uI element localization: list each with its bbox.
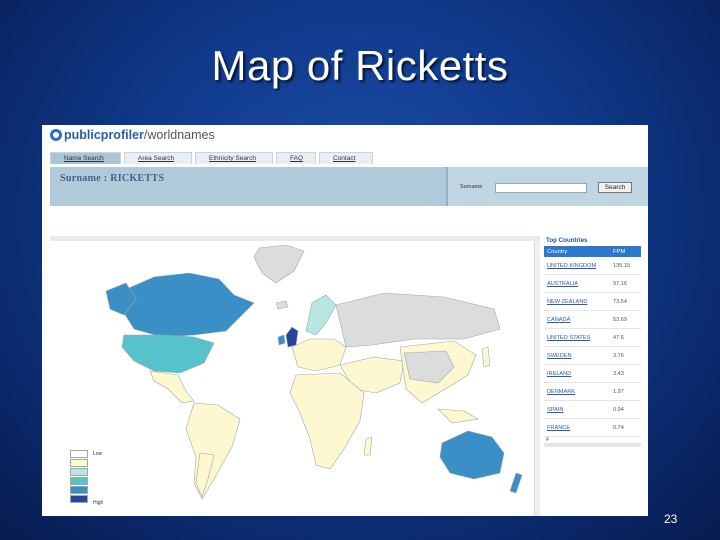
table-row: SWEDEN 3.76 [544,347,641,365]
table-row: AUSTRALIA 97.16 [544,275,641,293]
map-canada[interactable] [121,272,255,338]
map-japan[interactable] [481,346,491,368]
panel-footnote: # [544,437,641,447]
map-toolbar [50,236,540,241]
surname-input[interactable] [495,183,587,193]
world-map[interactable] [54,243,534,513]
page-number: 23 [664,512,678,526]
country-link[interactable]: CANADA [544,317,613,323]
map-scandinavia[interactable] [305,294,337,336]
table-row: FRANCE 0.74 [544,419,641,437]
logo-main-text: publicprofiler [64,128,144,142]
fpm-column-header: FPM [613,248,626,255]
legend-swatch [70,486,88,494]
map-united-states[interactable] [121,334,215,374]
legend-high-label: High [93,500,104,506]
tab-contact[interactable]: Contact [319,152,373,164]
fpm-value: 0.74 [613,424,624,431]
map-europe[interactable] [291,338,347,372]
legend-swatch [70,495,88,503]
fpm-value: 97.16 [613,280,627,287]
logo-mark-icon [50,129,62,141]
map-greenland[interactable] [253,244,305,284]
map-new-zealand[interactable] [509,472,523,494]
map-united-kingdom[interactable] [285,326,299,348]
search-area: Surname Search [446,167,648,206]
tab-area-search[interactable]: Area Search [124,152,192,164]
site-logo[interactable]: publicprofiler /worldnames [50,127,215,143]
country-link[interactable]: SWEDEN [544,353,613,359]
top-countries-panel: Top Countries Country FPM UNITED KINGDOM… [544,235,641,447]
tab-name-search[interactable]: Name Search [50,152,121,164]
tab-faq[interactable]: FAQ [276,152,316,164]
fpm-value: 73.54 [613,298,627,305]
country-link[interactable]: UNITED STATES [544,335,613,341]
fpm-value: 53.69 [613,316,627,323]
surname-label: Surname [460,184,483,190]
header-band: Surname : RICKETTS Surname Search [50,167,648,206]
table-row: NEW ZEALAND 73.54 [544,293,641,311]
map-ireland[interactable] [277,334,286,346]
slide-title: Map of Ricketts [211,42,509,89]
table-row: SPAIN 0.94 [544,401,641,419]
table-row: CANADA 53.69 [544,311,641,329]
map-southeast-asia[interactable] [437,408,479,424]
country-link[interactable]: FRANCE [544,425,613,431]
screenshot-window: publicprofiler /worldnames Name Search A… [42,125,648,516]
map-australia[interactable] [439,430,505,480]
table-row: DENMARK 1.97 [544,383,641,401]
map-legend: Low High [70,450,110,510]
country-column-header: Country [547,248,568,255]
country-link[interactable]: IRELAND [544,371,613,377]
legend-swatch [70,459,88,467]
table-row: UNITED KINGDOM 135.15 [544,257,641,275]
table-row: IRELAND 3.43 [544,365,641,383]
legend-swatch [70,468,88,476]
country-link[interactable]: SPAIN [544,407,613,413]
fpm-value: 3.76 [613,352,624,359]
logo-sub-text: /worldnames [143,128,215,142]
country-link[interactable]: NEW ZEALAND [544,299,613,305]
top-countries-title: Top Countries [546,237,588,244]
tab-ethnicity-search[interactable]: Ethnicity Search [195,152,273,164]
map-iceland[interactable] [275,300,289,310]
country-link[interactable]: UNITED KINGDOM [544,263,613,269]
legend-low-label: Low [93,451,103,457]
legend-swatch [70,477,88,485]
country-link[interactable]: DENMARK [544,389,613,395]
fpm-value: 3.43 [613,370,624,377]
map-scrollbar[interactable] [534,241,540,516]
map-mexico[interactable] [149,370,195,404]
top-countries-header: Country FPM [544,246,641,257]
table-row: UNITED STATES 47.6 [544,329,641,347]
legend-swatch [70,450,88,458]
map-madagascar[interactable] [363,436,373,456]
map-south-america[interactable] [185,402,241,500]
map-africa[interactable] [289,372,365,470]
fpm-value: 0.94 [613,406,624,413]
fpm-value: 135.15 [613,262,631,269]
fpm-value: 47.6 [613,334,624,341]
country-link[interactable]: AUSTRALIA [544,281,613,287]
search-button[interactable]: Search [598,182,632,193]
map-russia[interactable] [335,292,501,348]
fpm-value: 1.97 [613,388,624,395]
surname-title: Surname : RICKETTS [60,173,165,184]
